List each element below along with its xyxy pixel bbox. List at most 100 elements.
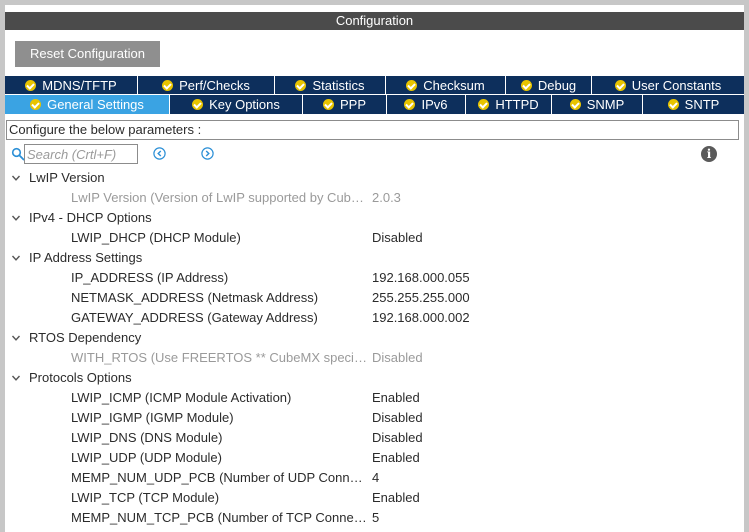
group-label: Protocols Options	[29, 370, 132, 385]
parameter-row[interactable]: MEMP_NUM_TCP_PCB (Number of TCP Connecti…	[5, 508, 744, 528]
parameter-name: IP_ADDRESS (IP Address)	[71, 270, 229, 285]
group-label: IPv4 - DHCP Options	[29, 210, 152, 225]
reset-configuration-button[interactable]: Reset Configuration	[15, 41, 160, 67]
search-input[interactable]	[24, 144, 138, 164]
previous-arrow-icon[interactable]	[153, 147, 166, 160]
tab-perf-checks[interactable]: Perf/Checks	[138, 76, 275, 94]
check-circle-icon	[667, 99, 679, 110]
group-label: RTOS Dependency	[29, 330, 142, 345]
parameter-tree: LwIP Version LwIP Version (Version of LwI…	[5, 168, 744, 528]
check-circle-icon	[30, 99, 42, 110]
parameter-value[interactable]: Enabled	[372, 388, 420, 408]
tab-general-settings[interactable]: General Settings	[5, 95, 170, 114]
tab-httpd[interactable]: HTTPD	[466, 95, 552, 114]
parameter-row[interactable]: LWIP_IGMP (IGMP Module) Disabled	[5, 408, 744, 428]
parameter-value[interactable]: 5	[372, 508, 379, 528]
tab-label: Checksum	[423, 77, 485, 93]
tab-label: User Constants	[631, 77, 722, 93]
tab-label: Debug	[537, 77, 577, 93]
chevron-down-icon[interactable]	[11, 373, 21, 383]
parameter-name: GATEWAY_ADDRESS (Gateway Address)	[71, 310, 318, 325]
window-right-border	[744, 0, 749, 532]
parameter-value[interactable]: Enabled	[372, 448, 420, 468]
parameter-row[interactable]: LWIP_DNS (DNS Module) Disabled	[5, 428, 744, 448]
chevron-down-icon[interactable]	[11, 253, 21, 263]
tab-label: HTTPD	[495, 97, 539, 112]
check-circle-icon	[478, 99, 490, 110]
parameter-row[interactable]: GATEWAY_ADDRESS (Gateway Address) 192.168…	[5, 308, 744, 328]
parameters-description: Configure the below parameters :	[6, 120, 739, 140]
check-circle-icon	[192, 99, 204, 110]
parameter-value[interactable]: 255.255.255.000	[372, 288, 470, 308]
parameter-name: LWIP_TCP (TCP Module)	[71, 490, 220, 505]
group-row[interactable]: IP Address Settings	[5, 248, 744, 268]
parameter-name: NETMASK_ADDRESS (Netmask Address)	[71, 290, 319, 305]
search-icon[interactable]	[11, 147, 25, 161]
tab-statistics[interactable]: Statistics	[275, 76, 386, 94]
check-circle-icon	[614, 79, 626, 91]
parameter-value[interactable]: Enabled	[372, 488, 420, 508]
group-row[interactable]: IPv4 - DHCP Options	[5, 208, 744, 228]
parameter-value[interactable]: Disabled	[372, 408, 423, 428]
tab-mdns-tftp[interactable]: MDNS/TFTP	[5, 76, 138, 94]
check-circle-icon	[520, 79, 532, 91]
group-row[interactable]: LwIP Version	[5, 168, 744, 188]
group-label: LwIP Version	[29, 170, 105, 185]
tab-bar-row-1: MDNS/TFTP Perf/Checks Statistics Checksum De…	[5, 76, 744, 94]
check-circle-icon	[569, 99, 581, 110]
tab-label: Perf/Checks	[179, 77, 250, 93]
parameter-row[interactable]: LWIP_ICMP (ICMP Module Activation) Enable…	[5, 388, 744, 408]
tab-label: Key Options	[209, 97, 280, 112]
chevron-down-icon[interactable]	[11, 213, 21, 223]
parameter-name: LWIP_IGMP (IGMP Module)	[71, 410, 234, 425]
group-label: IP Address Settings	[29, 250, 143, 265]
tab-label: MDNS/TFTP	[42, 77, 117, 93]
tab-sntp[interactable]: SNTP	[643, 95, 744, 114]
next-arrow-icon[interactable]	[201, 147, 214, 160]
window-top-border	[0, 0, 749, 5]
tab-key-options[interactable]: Key Options	[170, 95, 303, 114]
check-circle-icon	[322, 99, 334, 110]
parameter-name: WITH_RTOS (Use FREERTOS ** CubeMX specif…	[71, 350, 369, 365]
parameter-row[interactable]: LwIP Version (Version of LwIP supported …	[5, 188, 744, 208]
chevron-down-icon[interactable]	[11, 173, 21, 183]
tab-ppp[interactable]: PPP	[303, 95, 387, 114]
parameter-row[interactable]: NETMASK_ADDRESS (Netmask Address) 255.255…	[5, 288, 744, 308]
parameter-row[interactable]: IP_ADDRESS (IP Address) 192.168.000.055	[5, 268, 744, 288]
tab-label: Statistics	[312, 77, 365, 93]
parameter-name: LWIP_DNS (DNS Module)	[71, 430, 223, 445]
parameter-name: MEMP_NUM_UDP_PCB (Number of UDP Connecti…	[71, 470, 369, 485]
check-circle-icon	[404, 99, 416, 110]
tab-ipv6[interactable]: IPv6	[387, 95, 466, 114]
check-circle-icon	[406, 79, 418, 91]
parameter-name: MEMP_NUM_TCP_PCB (Number of TCP Connecti…	[71, 510, 369, 525]
parameter-name: LwIP Version (Version of LwIP supported …	[71, 190, 369, 205]
parameter-name: LWIP_ICMP (ICMP Module Activation)	[71, 390, 292, 405]
tab-debug[interactable]: Debug	[506, 76, 592, 94]
tab-snmp[interactable]: SNMP	[552, 95, 643, 114]
parameter-value[interactable]: 192.168.000.002	[372, 308, 470, 328]
parameter-row[interactable]: LWIP_UDP (UDP Module) Enabled	[5, 448, 744, 468]
info-icon[interactable]: i	[701, 146, 717, 162]
group-row[interactable]: RTOS Dependency	[5, 328, 744, 348]
tab-checksum[interactable]: Checksum	[386, 76, 506, 94]
tab-label: SNMP	[586, 97, 625, 112]
parameter-value[interactable]: Disabled	[372, 348, 423, 368]
parameter-row[interactable]: LWIP_DHCP (DHCP Module) Disabled	[5, 228, 744, 248]
parameter-row[interactable]: LWIP_TCP (TCP Module) Enabled	[5, 488, 744, 508]
parameter-row[interactable]: MEMP_NUM_UDP_PCB (Number of UDP Connecti…	[5, 468, 744, 488]
panel-title: Configuration	[5, 12, 744, 30]
parameter-row[interactable]: WITH_RTOS (Use FREERTOS ** CubeMX specif…	[5, 348, 744, 368]
chevron-down-icon[interactable]	[11, 333, 21, 343]
parameter-value[interactable]: 192.168.000.055	[372, 268, 470, 288]
check-circle-icon	[295, 79, 307, 91]
parameter-value[interactable]: Disabled	[372, 228, 423, 248]
parameter-value[interactable]: 4	[372, 468, 379, 488]
tab-user-constants[interactable]: User Constants	[592, 76, 744, 94]
parameter-value[interactable]: Disabled	[372, 428, 423, 448]
parameter-value[interactable]: 2.0.3	[372, 188, 401, 208]
tab-label: IPv6	[421, 97, 448, 112]
group-row[interactable]: Protocols Options	[5, 368, 744, 388]
tab-label: PPP	[339, 97, 366, 112]
parameter-name: LWIP_UDP (UDP Module)	[71, 450, 222, 465]
